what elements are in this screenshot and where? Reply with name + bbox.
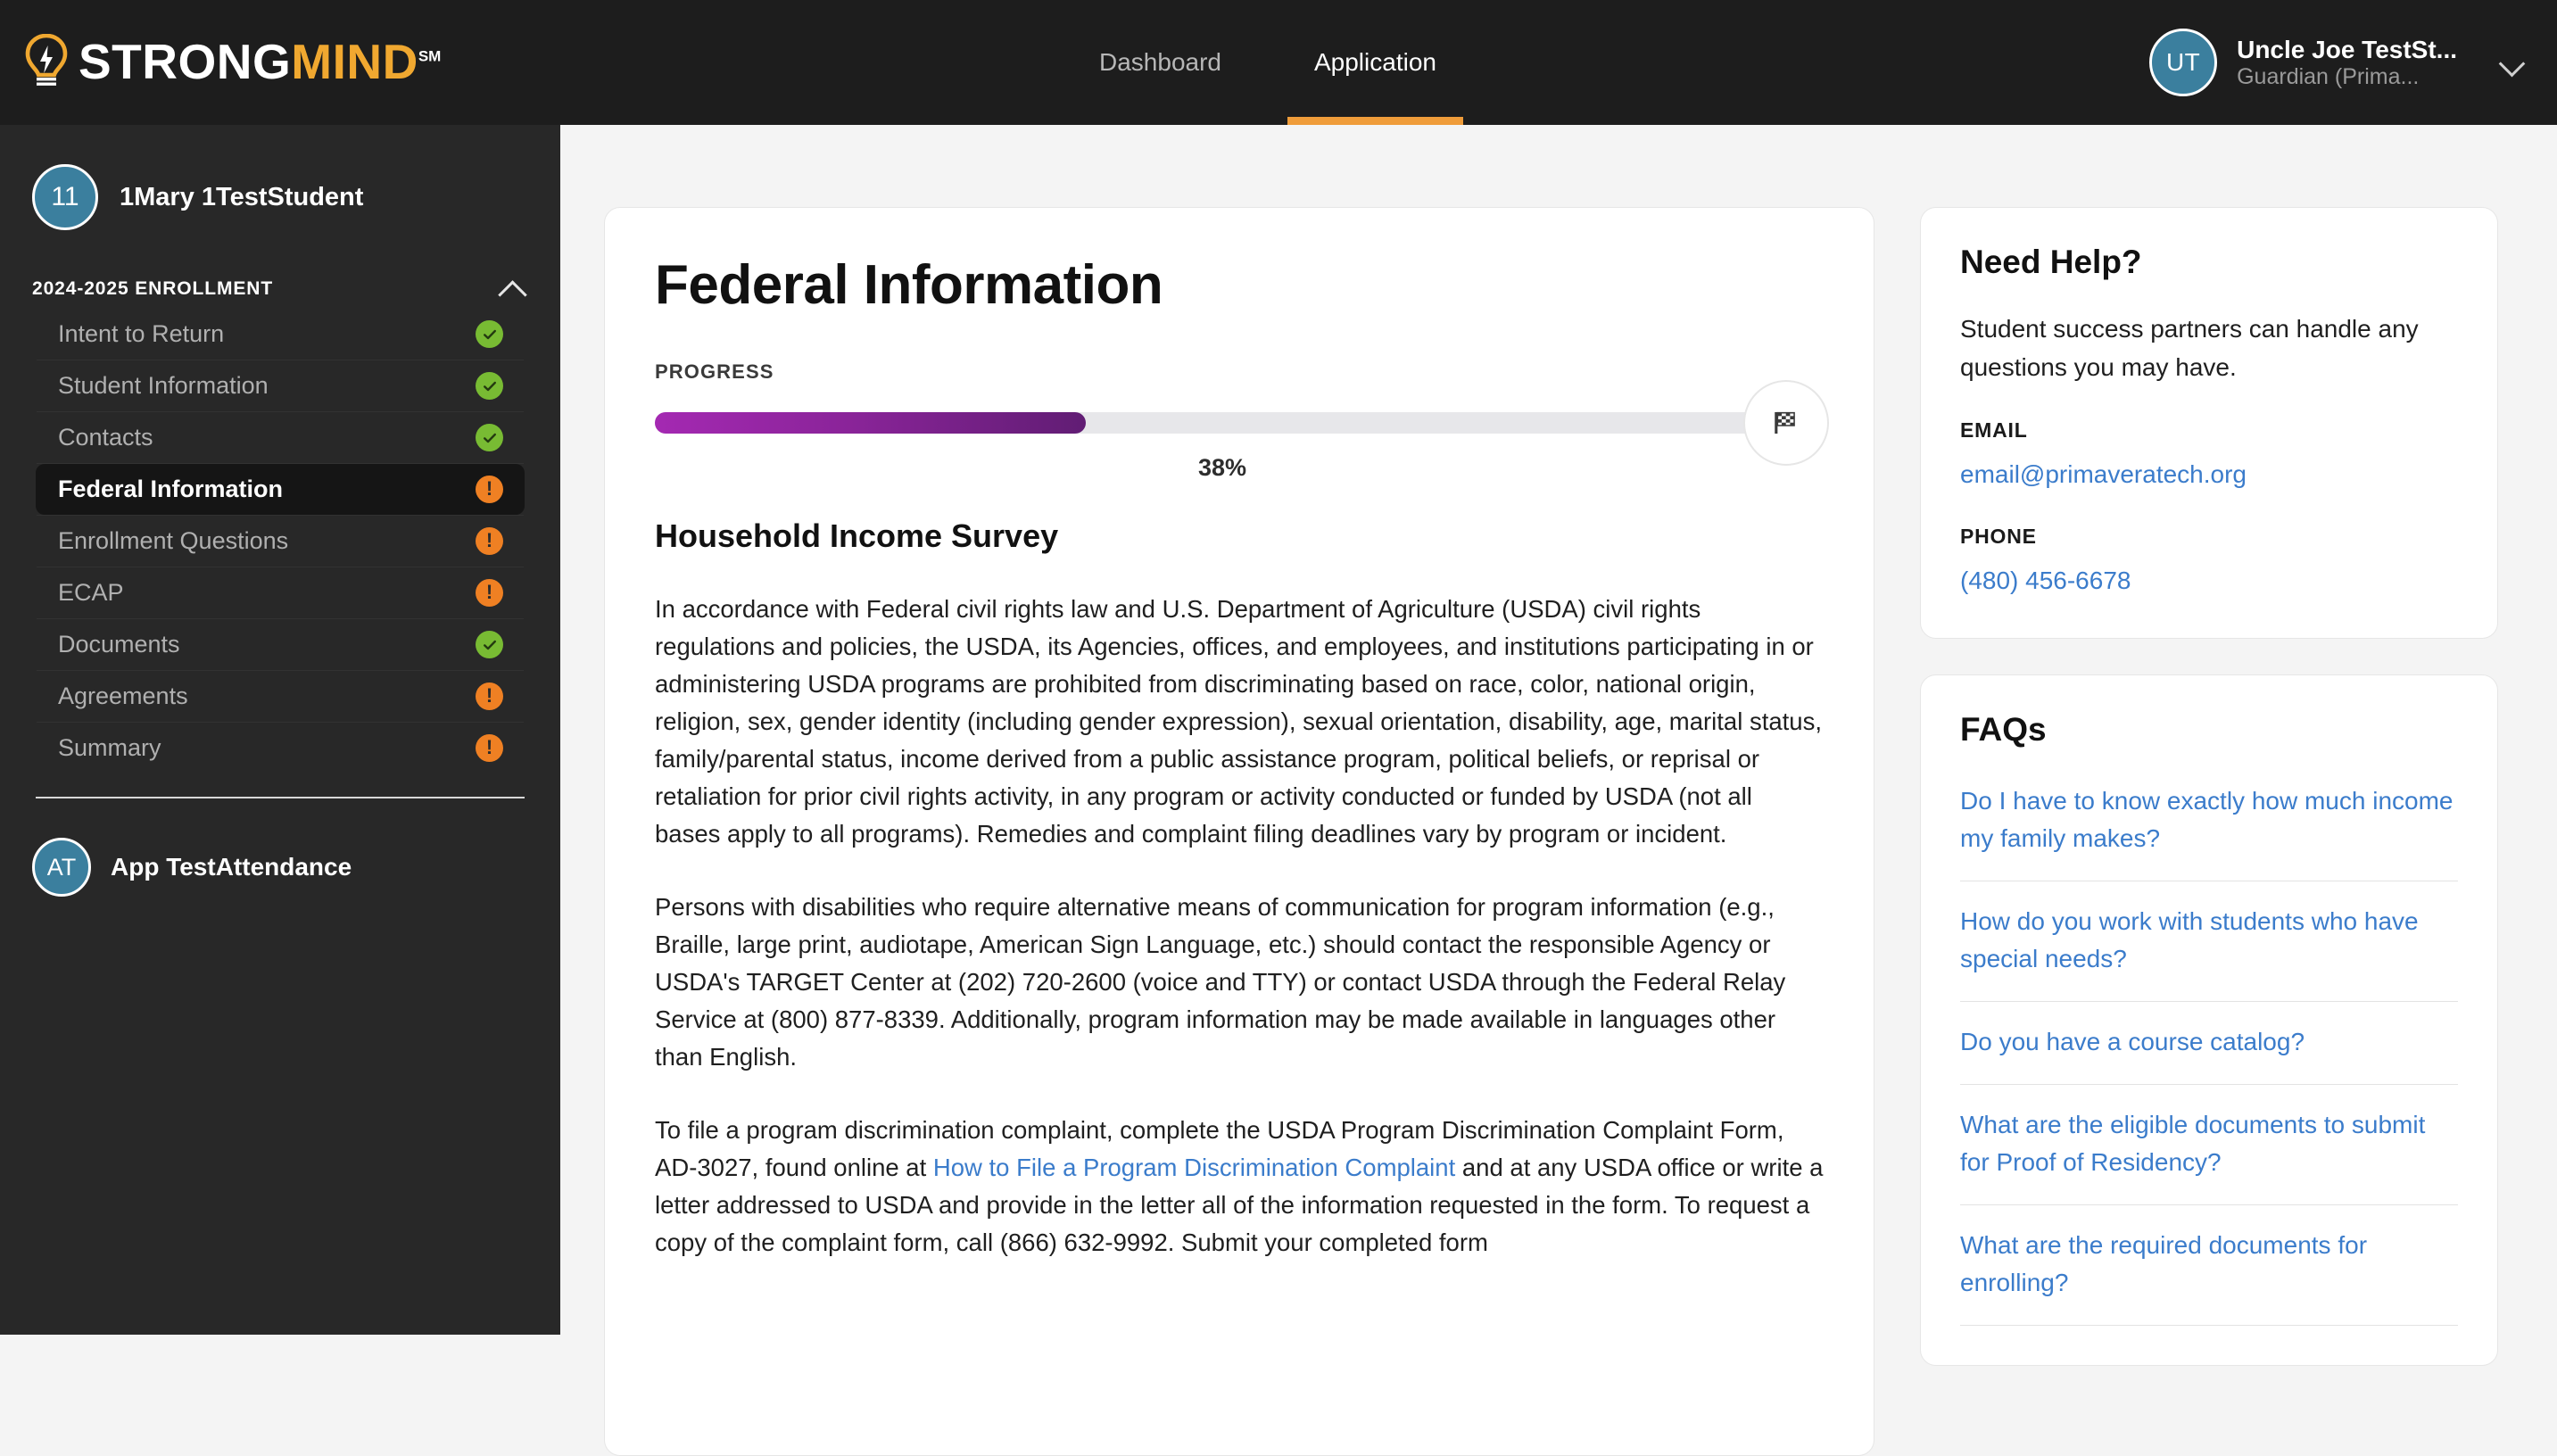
student-header[interactable]: 11 1Mary 1TestStudent bbox=[0, 125, 560, 230]
attendance-avatar: AT bbox=[32, 838, 91, 897]
nav-tab-dashboard[interactable]: Dashboard bbox=[1053, 0, 1268, 125]
main-area: Federal Information PROGRESS 38% Househo… bbox=[560, 125, 2557, 1456]
paragraph-accessibility: Persons with disabilities who require al… bbox=[655, 893, 1786, 1071]
faq-item[interactable]: Do you have a course catalog? bbox=[1960, 1002, 2458, 1084]
sidebar: 11 1Mary 1TestStudent 2024-2025 ENROLLME… bbox=[0, 125, 560, 1335]
email-link[interactable]: email@primaveratech.org bbox=[1960, 457, 2458, 492]
divider bbox=[1960, 1325, 2458, 1326]
check-circle-icon bbox=[476, 320, 503, 348]
progress-bar bbox=[655, 380, 1829, 467]
faq-item[interactable]: How do you work with students who have s… bbox=[1960, 881, 2458, 1001]
chevron-down-icon[interactable] bbox=[2500, 49, 2527, 76]
paragraph-complaint: To file a program discrimination complai… bbox=[655, 1112, 1824, 1262]
checkered-flag-icon bbox=[1743, 380, 1829, 467]
enrollment-section-header[interactable]: 2024-2025 ENROLLMENT bbox=[0, 278, 560, 300]
sidebar-item-label: ECAP bbox=[58, 579, 124, 606]
primary-nav: Dashboard Application bbox=[1053, 0, 1483, 125]
chevron-up-icon[interactable] bbox=[498, 279, 528, 299]
alert-circle-icon: ! bbox=[476, 579, 503, 607]
sidebar-item-label: Intent to Return bbox=[58, 320, 225, 347]
alert-circle-icon: ! bbox=[476, 476, 503, 503]
brand-trademark: SM bbox=[418, 47, 442, 65]
need-help-card: Need Help? Student success partners can … bbox=[1920, 207, 2498, 639]
check-circle-icon bbox=[476, 372, 503, 400]
avatar: UT bbox=[2149, 29, 2218, 96]
sidebar-item-label: Contacts bbox=[58, 424, 153, 451]
sidebar-item-student-information[interactable]: Student Information bbox=[36, 360, 525, 411]
faq-item[interactable]: What are the eligible documents to submi… bbox=[1960, 1085, 2458, 1204]
sidebar-item-label: Federal Information bbox=[58, 476, 284, 502]
nav-tab-application[interactable]: Application bbox=[1268, 0, 1483, 125]
faqs-card: FAQs Do I have to know exactly how much … bbox=[1920, 674, 2498, 1366]
user-role: Guardian (Prima... bbox=[2237, 63, 2420, 89]
top-bar: STRONGMINDSM Dashboard Application UT Un… bbox=[0, 0, 2557, 125]
faq-item[interactable]: Do I have to know exactly how much incom… bbox=[1960, 761, 2458, 881]
sidebar-item-federal-information[interactable]: Federal Information ! bbox=[36, 464, 525, 515]
how-to-file-complaint-link[interactable]: How to File a Program Discrimination Com… bbox=[933, 1154, 1455, 1181]
enrollment-section-title: 2024-2025 ENROLLMENT bbox=[32, 278, 274, 299]
sidebar-item-label: Enrollment Questions bbox=[58, 527, 289, 554]
alert-circle-icon: ! bbox=[476, 682, 503, 710]
faq-item[interactable]: What are the required documents for enro… bbox=[1960, 1205, 2458, 1325]
sidebar-item-documents[interactable]: Documents bbox=[36, 619, 525, 670]
sidebar-item-intent-to-return[interactable]: Intent to Return bbox=[36, 309, 525, 360]
brand-name-part1: STRONG bbox=[79, 33, 292, 89]
need-help-title: Need Help? bbox=[1960, 244, 2142, 280]
progress-percent: 38% bbox=[1197, 454, 1247, 482]
sidebar-item-summary[interactable]: Summary ! bbox=[36, 723, 525, 774]
sidebar-item-label: Agreements bbox=[58, 682, 188, 709]
right-rail: Need Help? Student success partners can … bbox=[1920, 207, 2498, 1366]
lightbulb-lightning-icon bbox=[23, 34, 79, 89]
alert-circle-icon: ! bbox=[476, 734, 503, 762]
sidebar-item-label: Student Information bbox=[58, 372, 269, 399]
user-name: Uncle Joe TestSt... bbox=[2237, 35, 2457, 63]
email-label: EMAIL bbox=[1960, 418, 2028, 442]
faq-list: Do I have to know exactly how much incom… bbox=[1960, 761, 2458, 1326]
student-name: 1Mary 1TestStudent bbox=[120, 182, 364, 211]
sidebar-item-contacts[interactable]: Contacts bbox=[36, 412, 525, 463]
brand-name-part2: MIND bbox=[291, 33, 418, 89]
phone-label: PHONE bbox=[1960, 525, 2037, 548]
attendance-name: App TestAttendance bbox=[111, 853, 352, 881]
section-heading: Household Income Survey bbox=[655, 517, 1059, 555]
brand-logo[interactable]: STRONGMINDSM bbox=[23, 23, 441, 100]
progress-label: PROGRESS bbox=[655, 360, 774, 384]
check-circle-icon bbox=[476, 424, 503, 451]
phone-link[interactable]: (480) 456-6678 bbox=[1960, 563, 2458, 599]
sidebar-nav-list: Intent to Return Student Information Con… bbox=[0, 309, 560, 774]
alert-circle-icon: ! bbox=[476, 527, 503, 555]
sidebar-item-ecap[interactable]: ECAP ! bbox=[36, 567, 525, 618]
paragraph-civil-rights: In accordance with Federal civil rights … bbox=[655, 595, 1822, 848]
faqs-title: FAQs bbox=[1960, 711, 2047, 748]
sidebar-item-label: Summary bbox=[58, 734, 161, 761]
progress-fill bbox=[655, 412, 1087, 434]
student-grade-badge: 11 bbox=[32, 164, 98, 230]
need-help-body: Student success partners can handle any … bbox=[1960, 315, 2419, 381]
sidebar-item-agreements[interactable]: Agreements ! bbox=[36, 671, 525, 722]
sidebar-item-label: Documents bbox=[58, 631, 180, 658]
progress-track bbox=[655, 412, 1790, 434]
federal-information-card: Federal Information PROGRESS 38% Househo… bbox=[604, 207, 1874, 1456]
user-menu[interactable]: UT Uncle Joe TestSt... Guardian (Prima..… bbox=[2149, 0, 2527, 125]
check-circle-icon bbox=[476, 631, 503, 658]
user-text: Uncle Joe TestSt... Guardian (Prima... bbox=[2237, 35, 2457, 91]
page-title: Federal Information bbox=[655, 254, 1163, 316]
sidebar-item-enrollment-questions[interactable]: Enrollment Questions ! bbox=[36, 516, 525, 567]
attendance-user[interactable]: AT App TestAttendance bbox=[0, 798, 560, 897]
brand-wordmark: STRONGMINDSM bbox=[79, 37, 441, 87]
